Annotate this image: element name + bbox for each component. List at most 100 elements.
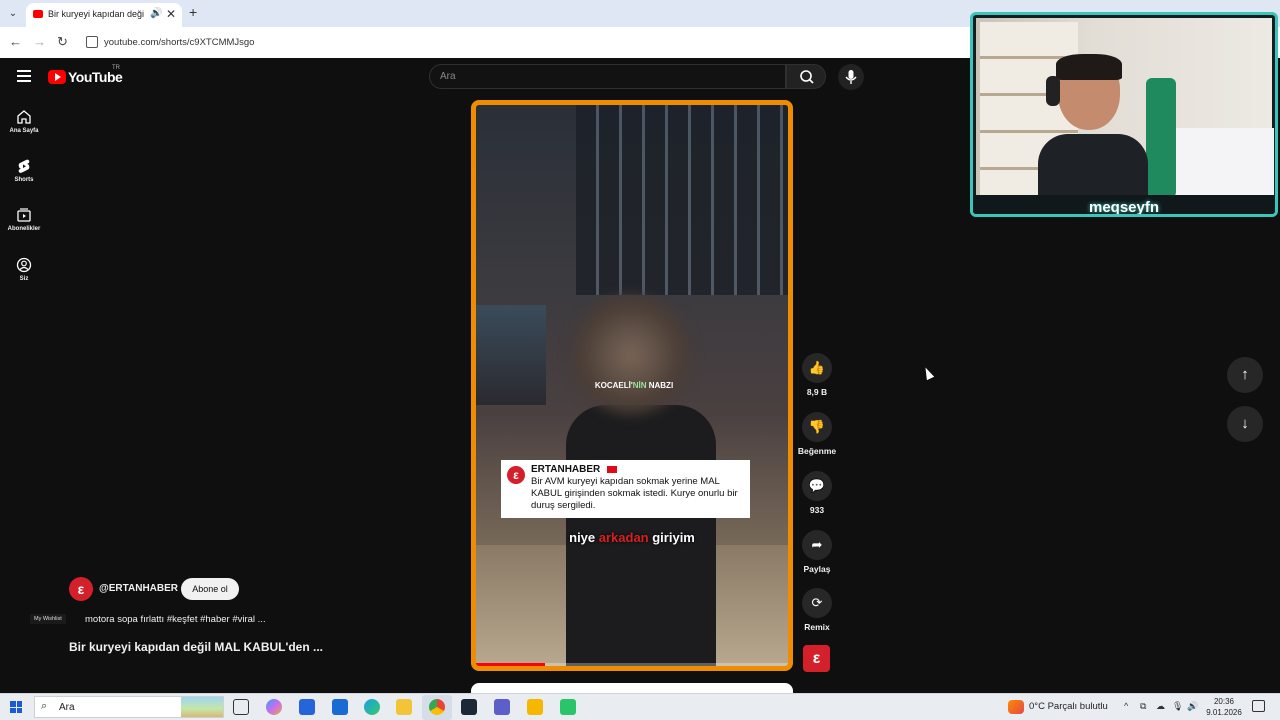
microphone-icon (845, 70, 857, 84)
share-button[interactable]: ➦ Paylaş (796, 530, 838, 574)
search-input[interactable]: Ara (429, 64, 786, 89)
tab-title: Bir kuryeyi kapıdan değil M (48, 9, 144, 19)
tray-app-icon[interactable]: ⧉ (1140, 701, 1146, 712)
chevron-up-icon[interactable]: ^ (1124, 701, 1128, 711)
arrow-up-icon: ↑ (1241, 366, 1249, 383)
teams-icon[interactable] (494, 699, 510, 715)
taskbar: ⌕ Ara 0°C Parçalı bulutlu ^ ⧉ ☁ 🎙 🔊 20:3… (0, 693, 1280, 720)
voice-search-button[interactable] (838, 64, 864, 90)
channel-name[interactable]: @ERTANHABER (99, 583, 178, 594)
video-progress-fill (476, 663, 545, 666)
news-card-text: Bir AVM kuryeyi kapıdan sokmak yerine MA… (531, 476, 738, 511)
copilot-icon[interactable] (266, 699, 282, 715)
channel-thumbnail-icon[interactable]: ε (803, 645, 830, 672)
streamer (1038, 54, 1148, 198)
logo-text: YouTube (68, 69, 123, 85)
sidebar-item-home[interactable]: Ana Sayfa (0, 109, 48, 134)
microsoft-store-icon[interactable] (299, 699, 315, 715)
video-progress-bar[interactable] (476, 663, 788, 666)
sidebar-item-label: Siz (19, 276, 29, 282)
news-card-overlay: ε ERTANHABER Bir AVM kuryeyi kapıdan sok… (501, 460, 750, 518)
sidebar-item-subscriptions[interactable]: Abonelikler (0, 207, 48, 232)
menu-icon[interactable] (17, 70, 31, 82)
back-icon[interactable]: ← (9, 34, 22, 49)
taskbar-search-text: Ara (59, 702, 75, 713)
webcam-overlay: meqseyfn (970, 12, 1278, 217)
system-clock[interactable]: 20:36 9.01.2026 (1202, 696, 1246, 718)
chat-app-icon[interactable] (560, 699, 576, 715)
steam-icon[interactable] (461, 699, 477, 715)
youtube-logo[interactable]: YouTube TR (48, 65, 128, 87)
task-view-icon[interactable] (233, 699, 249, 715)
comment-icon: 💬 (802, 471, 832, 501)
taskbar-search-input[interactable]: ⌕ Ara (34, 696, 224, 718)
weather-text[interactable]: 0°C Parçalı bulutlu (1029, 701, 1108, 712)
dislike-button[interactable]: 👎 Beğenme (796, 412, 838, 456)
new-tab-icon[interactable]: + (189, 4, 197, 20)
stream-overlay-tag: My Wishlist (30, 614, 66, 624)
remix-button[interactable]: ⟳ Remix (796, 588, 838, 632)
share-label: Paylaş (803, 564, 831, 574)
network-icon[interactable]: ☁ (1156, 701, 1165, 712)
search-placeholder: Ara (440, 71, 456, 82)
video-title[interactable]: Bir kuryeyi kapıdan değil MAL KABUL'den … (69, 640, 323, 654)
region-code: TR (112, 65, 120, 71)
edge-icon[interactable] (364, 699, 380, 715)
remix-label: Remix (804, 622, 830, 632)
comment-count: 933 (809, 505, 825, 515)
outlook-icon[interactable] (332, 699, 348, 715)
webcam-room (976, 18, 1274, 198)
turkey-flag-icon (607, 466, 617, 473)
previous-video-button[interactable]: ↑ (1227, 357, 1263, 393)
volume-icon[interactable]: 🔊 (1187, 701, 1198, 712)
video-caption: niye arkadan giriyim (569, 530, 695, 545)
search-button[interactable] (786, 64, 826, 89)
dislike-label: Beğenme (797, 446, 837, 456)
audio-playing-icon[interactable]: 🔊 (150, 8, 162, 19)
webcam-chair (1146, 78, 1176, 198)
subscribe-button[interactable]: Abone ol (181, 578, 239, 600)
windows-start-icon[interactable] (10, 701, 22, 713)
youtube-favicon-icon (33, 10, 43, 18)
remix-icon: ⟳ (802, 588, 832, 618)
like-button[interactable]: 👍 8,9 B (796, 353, 838, 397)
browser-tab-active[interactable]: Bir kuryeyi kapıdan değil M 🔊 ✕ (26, 3, 182, 27)
video-description[interactable]: motora sopa fırlattı #keşfet #haber #vir… (85, 614, 266, 625)
watermark-text: KOCAELİ'NİN NABZI (594, 381, 674, 390)
home-icon (17, 110, 31, 124)
thumbs-up-icon: 👍 (802, 353, 832, 383)
youtube-play-icon (48, 70, 66, 84)
thumbs-down-icon: 👎 (802, 412, 832, 442)
arrow-down-icon: ↓ (1241, 415, 1249, 432)
clock-date: 9.01.2026 (1206, 708, 1242, 717)
news-source-name: ERTANHABER (531, 464, 601, 475)
app-icon[interactable] (527, 699, 543, 715)
subscriptions-icon (17, 208, 31, 222)
file-explorer-icon[interactable] (396, 699, 412, 715)
account-icon (16, 257, 32, 273)
microphone-tray-icon[interactable]: 🎙 (1172, 701, 1183, 712)
comments-button[interactable]: 💬 933 (796, 471, 838, 515)
search-icon: ⌕ (41, 700, 48, 712)
chrome-icon[interactable] (429, 699, 445, 715)
tab-list-icon[interactable]: ⌄ (5, 6, 21, 22)
search-icon (800, 70, 814, 84)
shorts-video-player[interactable]: KOCAELİ'NİN NABZI ε ERTANHABER Bir AVM k… (471, 100, 793, 671)
site-info-icon[interactable] (86, 36, 98, 48)
forward-icon[interactable]: → (33, 34, 46, 49)
like-count: 8,9 B (806, 387, 828, 397)
mouse-cursor-icon (921, 365, 935, 381)
streamer-name: meqseyfn (1088, 199, 1160, 216)
sidebar-item-shorts[interactable]: Shorts (0, 158, 48, 183)
next-video-button[interactable]: ↓ (1227, 406, 1263, 442)
close-tab-icon[interactable]: ✕ (166, 7, 176, 21)
sidebar-item-you[interactable]: Siz (0, 257, 48, 282)
weather-icon[interactable] (1008, 700, 1024, 714)
channel-avatar[interactable]: ε (69, 577, 93, 601)
sidebar-item-label: Abonelikler (7, 226, 41, 232)
reload-icon[interactable]: ↻ (57, 34, 68, 50)
video-background-windows (576, 105, 788, 295)
address-bar[interactable]: youtube.com/shorts/c9XTCMMJsgo (104, 37, 254, 48)
notifications-icon[interactable] (1252, 700, 1265, 712)
video-background-shop (476, 305, 546, 405)
